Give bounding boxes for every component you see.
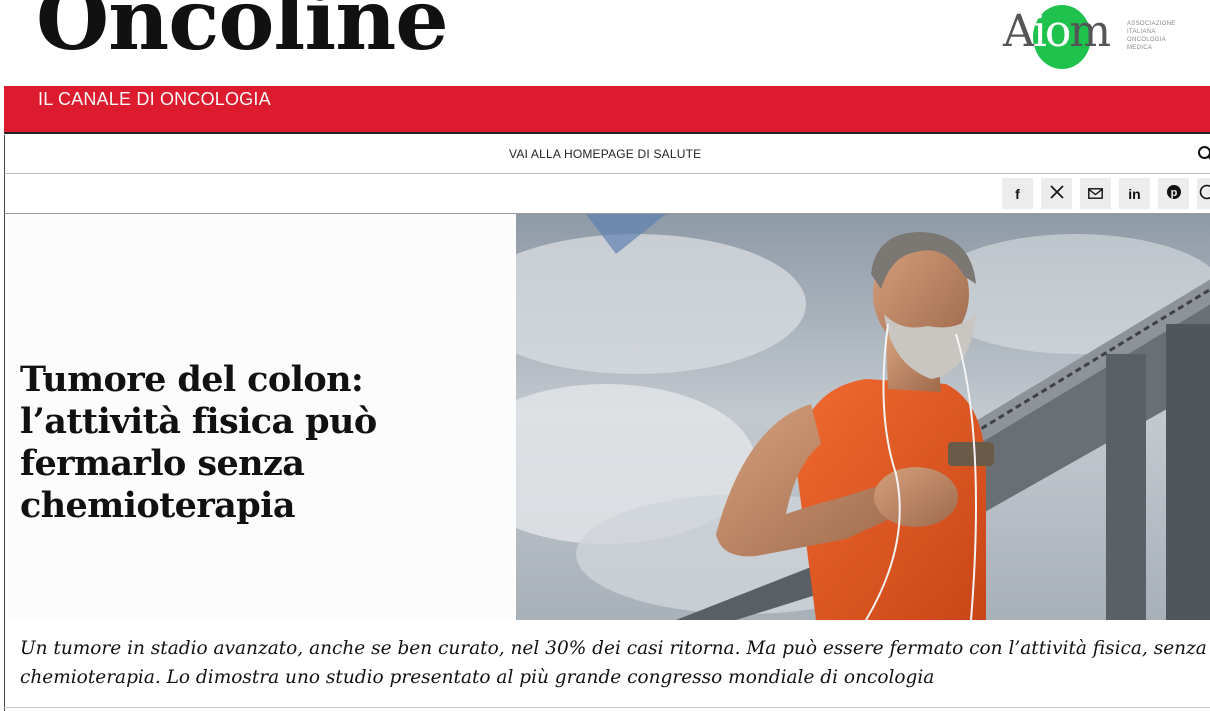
article-hero-image bbox=[516, 214, 1210, 620]
nav-bar: VAI ALLA HOMEPAGE DI SALUTE bbox=[4, 135, 1210, 174]
partner-logo[interactable]: Aiom ASSOCIAZIONE ITALIANA ONCOLOGIA MED… bbox=[1003, 4, 1183, 74]
email-icon bbox=[1088, 186, 1103, 202]
partner-logo-wordmark: Aiom bbox=[1003, 6, 1111, 57]
divider bbox=[4, 707, 1210, 708]
article-summary: Un tumore in stadio avanzato, anche se b… bbox=[4, 620, 1210, 711]
partner-logo-subtitle: ASSOCIAZIONE ITALIANA ONCOLOGIA MEDICA bbox=[1127, 21, 1176, 51]
whatsapp-share-button[interactable] bbox=[1197, 178, 1210, 209]
search-icon[interactable] bbox=[1197, 145, 1210, 163]
x-icon bbox=[1049, 185, 1064, 202]
share-bar: f in p bbox=[4, 174, 1210, 214]
email-share-button[interactable] bbox=[1080, 178, 1111, 209]
masthead: Oncoline Aiom ASSOCIAZIONE ITALIANA ONCO… bbox=[0, 0, 1210, 86]
channel-band: IL CANALE DI ONCOLOGIA bbox=[4, 86, 1210, 134]
article-hero: Tumore del colon: l’attività fisica può … bbox=[4, 214, 1210, 620]
facebook-share-button[interactable]: f bbox=[1002, 178, 1033, 209]
homepage-link[interactable]: VAI ALLA HOMEPAGE DI SALUTE bbox=[509, 147, 701, 161]
article-summary-text: Un tumore in stadio avanzato, anche se b… bbox=[20, 638, 1207, 688]
pinterest-icon: p bbox=[1166, 184, 1182, 203]
site-logo[interactable]: Oncoline bbox=[36, 0, 449, 62]
whatsapp-icon bbox=[1199, 184, 1210, 203]
linkedin-share-button[interactable]: in bbox=[1119, 178, 1150, 209]
article-headline: Tumore del colon: l’attività fisica può … bbox=[20, 359, 377, 526]
svg-text:p: p bbox=[1170, 187, 1177, 199]
x-share-button[interactable] bbox=[1041, 178, 1072, 209]
linkedin-icon: in bbox=[1128, 185, 1141, 202]
facebook-icon: f bbox=[1015, 185, 1020, 202]
channel-title: IL CANALE DI ONCOLOGIA bbox=[38, 89, 271, 109]
pinterest-share-button[interactable]: p bbox=[1158, 178, 1189, 209]
